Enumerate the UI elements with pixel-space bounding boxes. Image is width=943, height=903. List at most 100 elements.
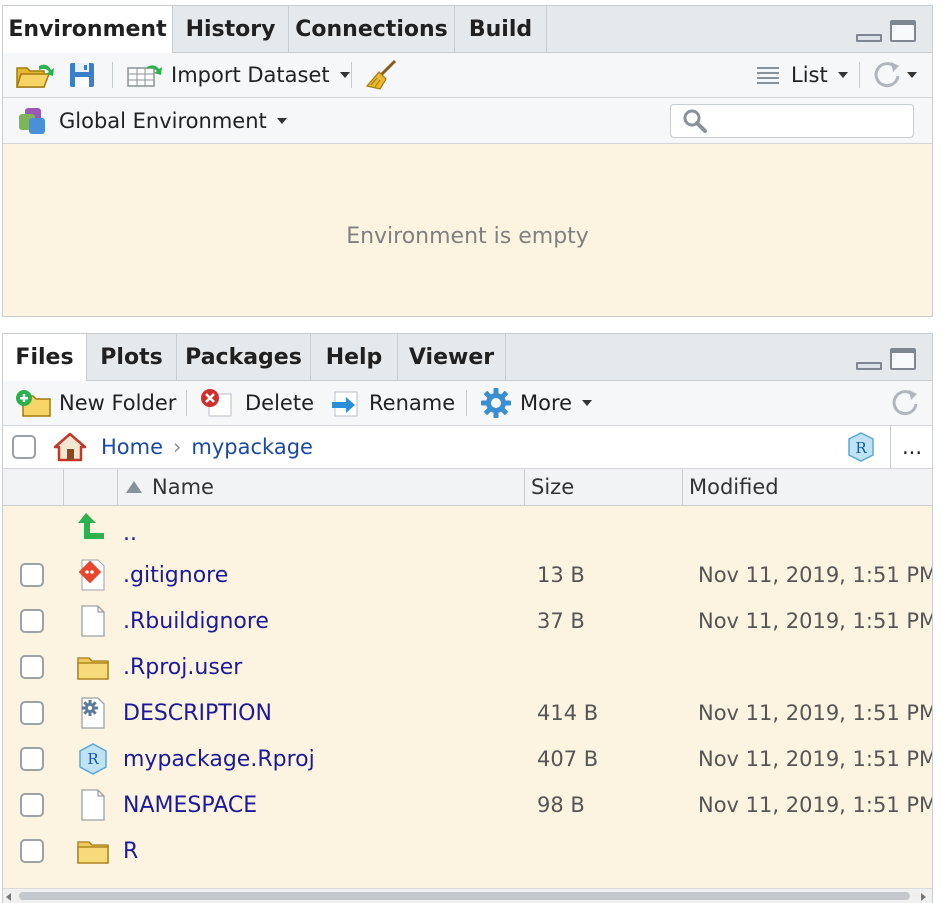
- refresh-icon: [892, 390, 918, 416]
- view-mode-label: List: [791, 63, 828, 87]
- load-workspace-button[interactable]: [15, 53, 55, 97]
- gear-icon: [481, 388, 511, 418]
- list-item[interactable]: .gitignore 13 B Nov 11, 2019, 1:51 PM: [3, 552, 932, 598]
- minimize-button[interactable]: [856, 362, 882, 370]
- scroll-right-arrow[interactable]: [921, 893, 926, 901]
- more-path-button[interactable]: ...: [902, 426, 922, 468]
- file-name[interactable]: .Rproj.user: [123, 644, 242, 690]
- window-controls: [856, 20, 916, 42]
- file-checkbox[interactable]: [20, 563, 44, 587]
- environment-empty-message: Environment is empty: [346, 224, 589, 249]
- file-name[interactable]: DESCRIPTION: [123, 690, 272, 736]
- file-checkbox[interactable]: [20, 793, 44, 817]
- tab-viewer[interactable]: Viewer: [398, 334, 506, 380]
- parent-directory-row[interactable]: ..: [3, 506, 932, 552]
- sort-ascending-icon: [126, 481, 142, 493]
- go-to-project-button[interactable]: R: [845, 426, 877, 468]
- tab-build[interactable]: Build: [455, 6, 547, 52]
- tab-files[interactable]: Files: [3, 334, 87, 381]
- file-checkbox[interactable]: [20, 747, 44, 771]
- toolbar-separator: [466, 390, 467, 416]
- environment-selector[interactable]: Global Environment: [17, 98, 287, 143]
- file-size: 414 B: [537, 701, 599, 725]
- list-item[interactable]: R mypackage.Rproj 407 B Nov 11, 2019, 1:…: [3, 736, 932, 782]
- header-icon-col: [63, 469, 117, 505]
- environment-tabbar: Environment History Connections Build: [3, 6, 932, 53]
- file-name[interactable]: .gitignore: [123, 552, 228, 598]
- file-name[interactable]: mypackage.Rproj: [123, 736, 315, 782]
- file-checkbox[interactable]: [20, 609, 44, 633]
- file-modified: Nov 11, 2019, 1:51 PM: [698, 793, 932, 817]
- chevron-down-icon: [907, 72, 917, 78]
- window-controls: [856, 348, 916, 370]
- open-folder-icon: [15, 64, 54, 88]
- list-item[interactable]: NAMESPACE 98 B Nov 11, 2019, 1:51 PM: [3, 782, 932, 828]
- files-toolbar: New Folder Delete Rename More: [3, 381, 932, 426]
- minimize-button[interactable]: [856, 34, 882, 42]
- parent-directory-label: ..: [123, 520, 137, 546]
- list-icon: [757, 67, 779, 84]
- view-mode-dropdown[interactable]: List: [755, 53, 848, 97]
- delete-icon: [201, 389, 232, 417]
- file-name[interactable]: R: [123, 828, 138, 874]
- horizontal-scrollbar[interactable]: [3, 888, 932, 903]
- clear-workspace-button[interactable]: [365, 53, 399, 97]
- scroll-left-arrow[interactable]: [6, 893, 11, 901]
- list-item[interactable]: R: [3, 828, 932, 874]
- import-dataset-label: Import Dataset: [171, 63, 330, 87]
- refresh-environment-button[interactable]: [871, 53, 917, 97]
- new-folder-label: New Folder: [59, 391, 177, 415]
- rename-button[interactable]: Rename: [329, 381, 455, 425]
- tab-history[interactable]: History: [173, 6, 289, 52]
- header-checkbox-col: [3, 469, 63, 505]
- tab-plots[interactable]: Plots: [87, 334, 177, 380]
- toolbar-separator: [186, 390, 187, 416]
- more-dropdown[interactable]: More: [480, 381, 593, 425]
- file-name[interactable]: .Rbuildignore: [123, 598, 269, 644]
- tab-help[interactable]: Help: [311, 334, 398, 380]
- tab-packages[interactable]: Packages: [177, 334, 311, 380]
- up-arrow-icon: [78, 513, 104, 539]
- delete-label: Delete: [245, 391, 314, 415]
- environment-search-input[interactable]: [670, 104, 914, 138]
- toolbar-separator: [351, 62, 352, 88]
- breadcrumb-separator-icon: ›: [173, 435, 182, 459]
- save-workspace-button[interactable]: [67, 53, 97, 97]
- file-checkbox[interactable]: [20, 655, 44, 679]
- refresh-files-button[interactable]: [889, 381, 921, 425]
- file-checkbox[interactable]: [20, 839, 44, 863]
- environment-toolbar: Import Dataset List: [3, 53, 932, 98]
- scrollbar-thumb[interactable]: [19, 892, 910, 900]
- maximize-button[interactable]: [890, 348, 916, 370]
- file-list: .. .gitignore 13 B Nov 11, 2019, 1:51 PM…: [3, 506, 932, 888]
- file-size: 407 B: [537, 747, 599, 771]
- file-size: 37 B: [537, 609, 585, 633]
- tab-connections[interactable]: Connections: [289, 6, 455, 52]
- delete-button[interactable]: Delete: [199, 381, 314, 425]
- tab-environment[interactable]: Environment: [3, 6, 173, 53]
- svg-text:R: R: [855, 439, 867, 457]
- breadcrumb: Home › mypackage: [53, 426, 313, 468]
- name-column-header[interactable]: Name: [117, 469, 524, 505]
- import-dataset-button[interactable]: Import Dataset: [125, 53, 350, 97]
- more-label: More: [520, 391, 573, 415]
- list-item[interactable]: DESCRIPTION 414 B Nov 11, 2019, 1:51 PM: [3, 690, 932, 736]
- folder-icon: [77, 657, 109, 680]
- breadcrumb-current[interactable]: mypackage: [191, 435, 313, 459]
- list-item[interactable]: .Rproj.user: [3, 644, 932, 690]
- file-name[interactable]: NAMESPACE: [123, 782, 257, 828]
- size-column-label: Size: [531, 475, 575, 499]
- modified-column-header[interactable]: Modified: [682, 469, 942, 505]
- chevron-down-icon: [582, 400, 593, 406]
- maximize-button[interactable]: [890, 20, 916, 42]
- rename-label: Rename: [369, 391, 456, 415]
- file-checkbox[interactable]: [20, 701, 44, 725]
- file-size: 13 B: [537, 563, 585, 587]
- breadcrumb-home[interactable]: Home: [101, 435, 163, 459]
- size-column-header[interactable]: Size: [524, 469, 682, 505]
- select-all-checkbox[interactable]: [12, 435, 36, 459]
- list-item[interactable]: .Rbuildignore 37 B Nov 11, 2019, 1:51 PM: [3, 598, 932, 644]
- new-folder-button[interactable]: New Folder: [15, 381, 176, 425]
- home-icon[interactable]: [53, 432, 87, 462]
- file-modified: Nov 11, 2019, 1:51 PM: [698, 747, 932, 771]
